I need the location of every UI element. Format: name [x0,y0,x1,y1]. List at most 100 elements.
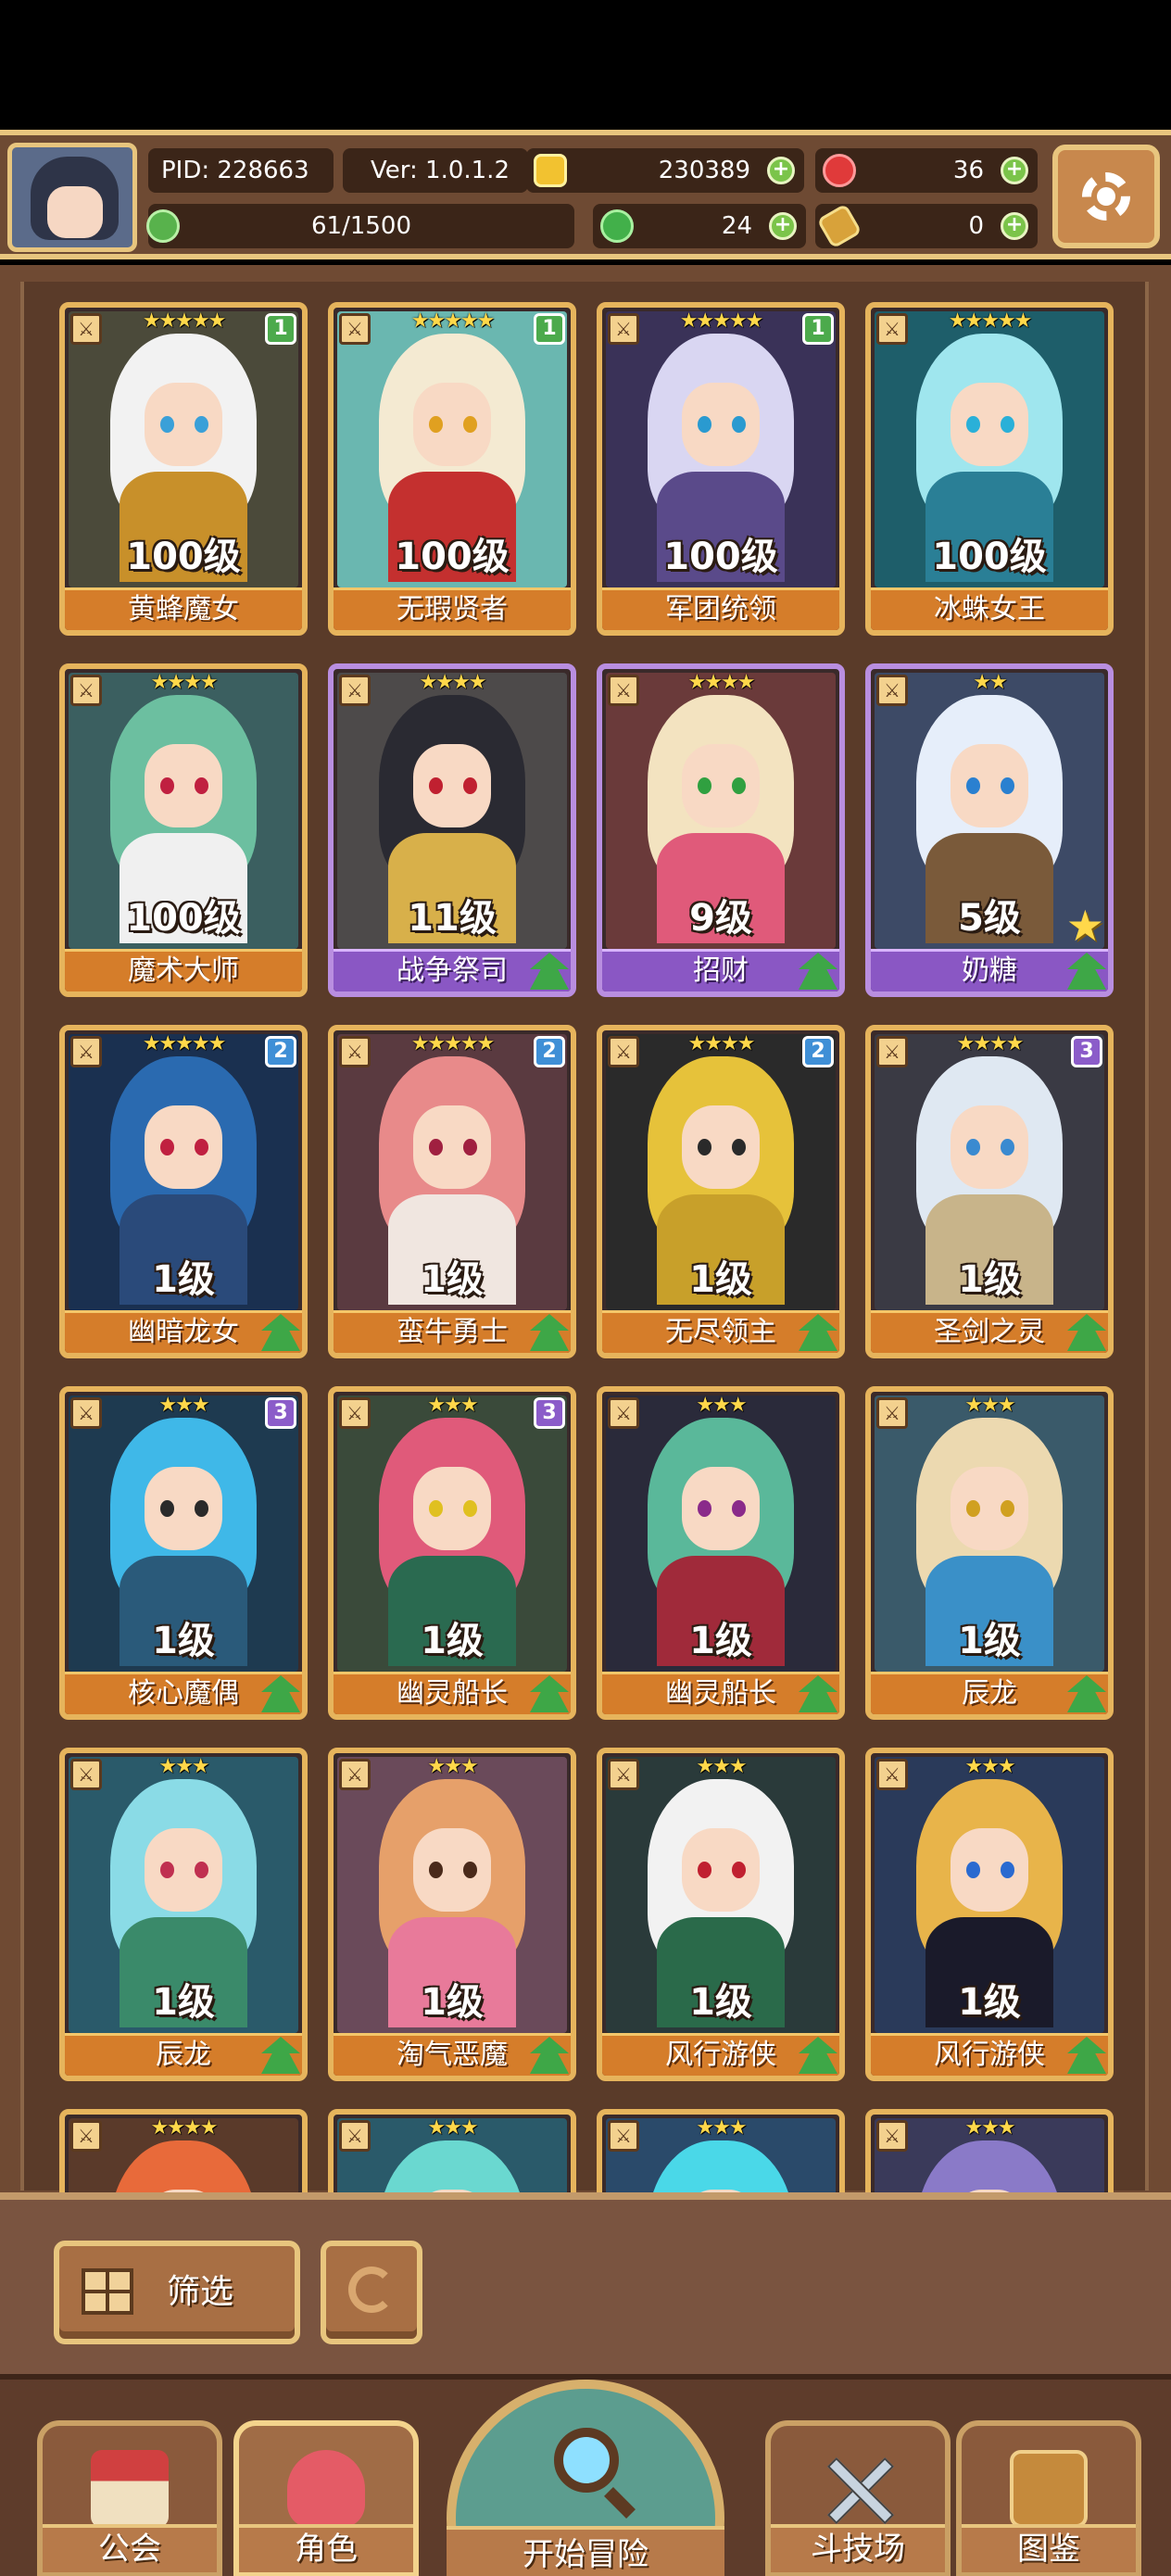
character-level: 1级 [958,1981,1021,2024]
character-level: 1级 [958,1620,1021,1662]
star-rating: ★★★★ [150,2116,219,2140]
character-card[interactable]: ⚔ ★★★★ 9级 招财 [597,663,845,997]
rank-badge: 3 [1071,1036,1102,1067]
character-card[interactable]: ⚔ ★★★ 1级 淘气恶魔 [328,1748,576,2081]
key-icon [816,203,863,249]
add-gem-button[interactable]: + [1001,157,1028,184]
refresh-button[interactable] [321,2241,422,2344]
character-grid-panel: ⚔ ★★★★★ 1 100级 黄蜂魔女 ⚔ ★★★★★ 1 100级 无瑕贤者 ⚔ ★★★★★ 1 100… [0,265,1171,2192]
gem-value: 36 [952,157,984,184]
character-card[interactable]: ⚔ ★★★★ 2 1级 无尽领主 [597,1025,845,1358]
nav-arena[interactable]: 斗技场 [765,2420,951,2576]
portrait-face [412,1105,492,1189]
character-level: 100级 [126,536,241,578]
filter-bar: 筛选 [0,2192,1171,2374]
character-card[interactable]: ⚔ ★★★★★ 2 1级 蛮牛勇士 [328,1025,576,1358]
portrait-face [681,744,761,827]
portrait-face [950,1828,1029,1912]
filter-button[interactable]: 筛选 [54,2241,300,2344]
guild-building-icon [91,2450,169,2528]
add-key-button[interactable]: + [1001,212,1028,240]
character-level: 1级 [421,1620,484,1662]
star-rating: ★★★ [158,1755,209,1778]
portrait-hair [915,2140,1064,2192]
character-card[interactable]: ⚔ ★★ 5级 奶糖 ★ [865,663,1114,997]
character-card[interactable]: ⚔ ★★★ 1级 辰龙 [59,1748,308,2081]
character-level: 100级 [932,536,1047,578]
nav-character[interactable]: 角色 [233,2420,419,2576]
character-level: 11级 [408,897,497,940]
portrait-face [412,383,492,466]
star-rating: ★★★ [964,1755,1015,1778]
nav-guild[interactable]: 公会 [37,2420,222,2576]
nav-character-label: 角色 [239,2524,413,2572]
character-card[interactable]: ⚔ ★★★ 3 1级 幽灵船长 [328,1386,576,1720]
character-level: 9级 [689,897,752,940]
character-card-list[interactable]: ⚔ ★★★★★ 1 100级 黄蜂魔女 ⚔ ★★★★★ 1 100级 无瑕贤者 ⚔ ★★★★★ 1 100… [0,265,1171,2192]
nav-guild-label: 公会 [43,2524,217,2572]
character-name: 无瑕贤者 [334,587,571,630]
portrait-face [681,1467,761,1550]
add-gold-button[interactable]: + [767,157,795,184]
character-face-icon [287,2450,365,2528]
character-card[interactable]: ⚔ ★★★★ 100级 魔术大师 [59,663,308,997]
character-name: 冰蛛女王 [871,587,1108,630]
character-card[interactable]: ⚔ ★★★ 3 1级 核心魔偶 [59,1386,308,1720]
codex-book-icon [1010,2450,1088,2528]
portrait-hair [647,2140,795,2192]
settings-button[interactable] [1052,145,1160,248]
star-rating: ★★★★ [150,671,219,694]
character-card[interactable]: ⚔ ★★★ [328,2109,576,2192]
character-card[interactable]: ⚔ ★★★ 1级 辰龙 [865,1386,1114,1720]
portrait-hair [109,2140,258,2192]
character-level: 1级 [421,1258,484,1301]
portrait-face [412,1828,492,1912]
character-card[interactable]: ⚔ ★★★★★ 100级 冰蛛女王 [865,302,1114,636]
character-level: 1级 [958,1258,1021,1301]
clover-value: 24 [721,212,752,240]
character-card[interactable]: ⚔ ★★★ 1级 幽灵船长 [597,1386,845,1720]
character-card[interactable]: ⚔ ★★★ [865,2109,1114,2192]
clover-icon [600,209,634,243]
character-card[interactable]: ⚔ ★★★★★ 1 100级 黄蜂魔女 [59,302,308,636]
red-gem-icon [823,154,856,187]
rank-badge: 1 [802,313,834,345]
gold-value: 230389 [658,157,750,184]
character-card[interactable]: ⚔ ★★★ 1级 风行游侠 [597,1748,845,2081]
character-card[interactable]: ⚔ ★★★ [597,2109,845,2192]
character-card[interactable]: ⚔ ★★★★★ 2 1级 幽暗龙女 [59,1025,308,1358]
nav-start-adventure[interactable]: 开始冒险 [447,2380,724,2576]
star-rating: ★★★ [427,2116,478,2140]
portrait-face [681,1828,761,1912]
star-rating: ★★★ [964,2116,1015,2140]
portrait-face [144,1828,223,1912]
gold-counter: 230389 + [526,148,804,193]
character-card[interactable]: ⚔ ★★★ 1级 风行游侠 [865,1748,1114,2081]
add-clover-button[interactable]: + [769,212,797,240]
character-card[interactable]: ⚔ ★★★★ [59,2109,308,2192]
player-avatar[interactable] [7,143,137,252]
star-badge-icon: ★ [1065,901,1104,951]
character-card[interactable]: ⚔ ★★★★ 3 1级 圣剑之灵 [865,1025,1114,1358]
portrait-face [950,1467,1029,1550]
rank-badge: 3 [534,1397,565,1429]
gem-counter: 36 + [815,148,1038,193]
rank-badge: 2 [802,1036,834,1067]
gold-coin-icon [534,154,567,187]
portrait-face [681,1105,761,1189]
character-level: 100级 [395,536,510,578]
character-card[interactable]: ⚔ ★★★★★ 1 100级 无瑕贤者 [328,302,576,636]
nav-codex[interactable]: 图鉴 [956,2420,1141,2576]
nav-adventure-label: 开始冒险 [447,2526,724,2576]
portrait-face [950,1105,1029,1189]
portrait-hair [378,2140,526,2192]
character-name: 军团统领 [602,587,839,630]
character-card[interactable]: ⚔ ★★★★★ 1 100级 军团统领 [597,302,845,636]
character-name: 黄蜂魔女 [65,587,302,630]
star-rating: ★★★★★ [948,309,1033,333]
filter-grid-icon [82,2268,133,2315]
character-level: 1级 [689,1620,752,1662]
character-card[interactable]: ⚔ ★★★★ 11级 战争祭司 [328,663,576,997]
key-counter: 0 + [815,203,1038,249]
game-version: Ver: 1.0.1.2 [343,148,528,193]
